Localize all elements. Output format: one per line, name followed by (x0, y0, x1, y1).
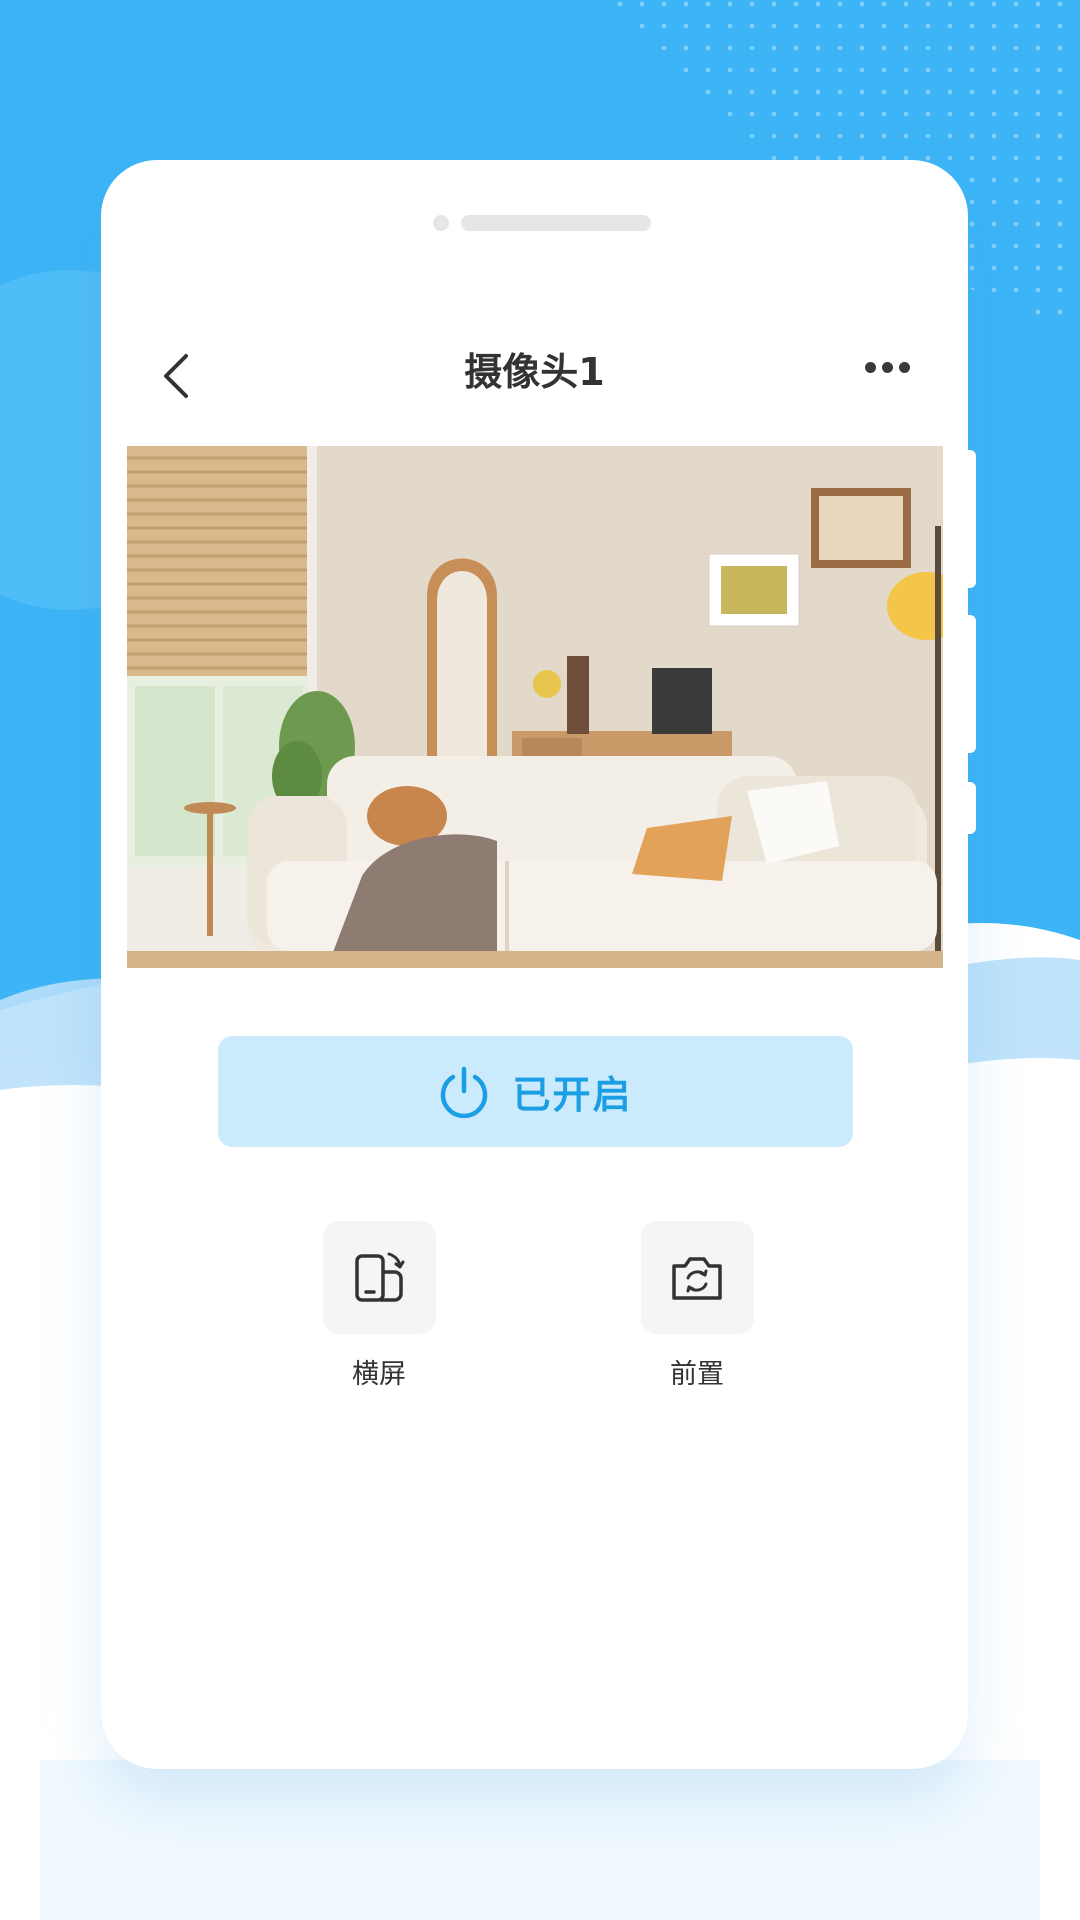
camera-switch-icon (672, 1256, 722, 1300)
landscape-button[interactable]: 横屏 (319, 1221, 439, 1391)
power-icon (441, 1066, 488, 1118)
front-camera-button[interactable]: 前置 (637, 1221, 757, 1391)
page-title: 摄像头1 (464, 350, 605, 394)
front-camera-label: 前置 (670, 1359, 724, 1390)
phone-frame: 摄像头1 已开启 横屏 前置 (101, 160, 976, 1769)
front-camera-tile (640, 1221, 754, 1334)
side-button-volume-up (966, 450, 976, 588)
landscape-label: 横屏 (352, 1359, 406, 1390)
speaker-bar (461, 215, 651, 231)
power-toggle-button[interactable]: 已开启 (218, 1036, 853, 1147)
landscape-tile (322, 1221, 436, 1334)
more-dot-icon (864, 361, 876, 373)
more-dot-icon (881, 361, 893, 373)
living-room-image (127, 446, 943, 968)
side-button-volume-down (966, 615, 976, 753)
camera-preview[interactable] (127, 446, 943, 968)
side-button-power (966, 782, 976, 834)
camera-dot (433, 215, 449, 231)
more-dot-icon (898, 361, 910, 373)
more-button[interactable] (857, 347, 917, 387)
power-status-label: 已开启 (512, 1073, 633, 1117)
rotate-screen-icon (355, 1252, 405, 1302)
